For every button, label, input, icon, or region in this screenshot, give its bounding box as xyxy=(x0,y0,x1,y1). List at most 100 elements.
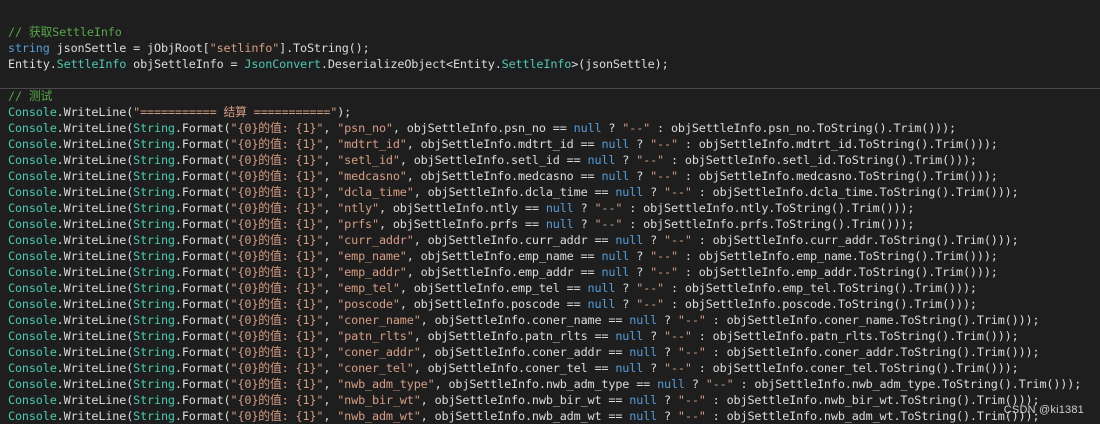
code-token: , objSettleInfo.nwb_adm_wt == xyxy=(420,409,630,423)
code-token: .WriteLine( xyxy=(56,233,134,247)
code-token: "{0}的值: {1}" xyxy=(230,185,324,199)
code-token: , objSettleInfo.ntly == xyxy=(378,201,546,215)
code-token: "coner_name" xyxy=(337,313,421,327)
code-token: "{0}的值: {1}" xyxy=(230,361,324,375)
code-token: .Format( xyxy=(174,409,231,423)
code-token: , xyxy=(323,281,338,295)
code-token: Console xyxy=(8,137,57,151)
code-line: Console.WriteLine(String.Format("{0}的值: … xyxy=(8,392,1040,408)
code-token: , objSettleInfo.curr_addr == xyxy=(413,233,616,247)
code-token: null xyxy=(629,393,658,407)
code-line: Console.WriteLine(String.Format("{0}的值: … xyxy=(8,408,1040,424)
code-editor[interactable]: // 获取SettleInfo string jsonSettle = jObjR… xyxy=(0,0,1100,424)
code-token: .Format( xyxy=(174,265,231,279)
code-token: .DeserializeObject<Entity. xyxy=(320,57,502,71)
code-line: Console.WriteLine(String.Format("{0}的值: … xyxy=(8,328,1019,344)
code-token: "{0}的值: {1}" xyxy=(230,281,324,295)
code-token: , xyxy=(323,409,338,423)
code-token: JsonConvert xyxy=(244,57,321,71)
code-token: null xyxy=(615,233,644,247)
code-token: ? xyxy=(643,361,665,375)
code-token: ? xyxy=(615,281,637,295)
code-token: String xyxy=(133,281,175,295)
code-token: null xyxy=(629,313,658,327)
code-token: Console xyxy=(8,265,57,279)
code-token: Console xyxy=(8,409,57,423)
code-token: , xyxy=(323,249,338,263)
code-token: , xyxy=(323,313,338,327)
code-token: // 获取SettleInfo xyxy=(8,25,122,39)
code-token: : objSettleInfo.psn_no.ToString().Trim()… xyxy=(650,121,957,135)
code-token: SettleInfo xyxy=(56,57,127,71)
code-token: .WriteLine( xyxy=(56,345,134,359)
code-token: .WriteLine( xyxy=(56,329,134,343)
code-token: "{0}的值: {1}" xyxy=(230,169,324,183)
code-token: ? xyxy=(643,233,665,247)
code-token: String xyxy=(133,265,175,279)
code-token: "emp_addr" xyxy=(337,265,407,279)
code-token: String xyxy=(133,121,175,135)
code-token: : objSettleInfo.curr_addr.ToString().Tri… xyxy=(691,233,1019,247)
code-token: "--" xyxy=(650,265,678,279)
code-token: "{0}的值: {1}" xyxy=(230,409,324,423)
code-token: "{0}的值: {1}" xyxy=(230,393,324,407)
code-token: .WriteLine( xyxy=(56,249,134,263)
code-token: Console xyxy=(8,377,57,391)
code-token: ? xyxy=(573,201,595,215)
code-token: , xyxy=(323,265,338,279)
code-token: // 测试 xyxy=(8,89,53,103)
code-token: .Format( xyxy=(174,153,231,167)
code-token: Console xyxy=(8,297,57,311)
code-line: Console.WriteLine(String.Format("{0}的值: … xyxy=(8,136,998,152)
code-token: .WriteLine( xyxy=(56,361,134,375)
code-token: Console xyxy=(8,185,57,199)
code-token: , xyxy=(323,233,338,247)
code-line: Console.WriteLine(String.Format("{0}的值: … xyxy=(8,216,914,232)
code-token: "--" xyxy=(636,297,665,311)
code-token: : objSettleInfo.prfs.ToString().Trim()))… xyxy=(622,217,915,231)
code-token: "--" xyxy=(677,393,706,407)
code-token: : objSettleInfo.patn_rlts.ToString().Tri… xyxy=(691,329,1019,343)
code-token: String xyxy=(133,185,175,199)
code-token: Console xyxy=(8,169,57,183)
code-token: String xyxy=(133,153,175,167)
code-token: null xyxy=(601,169,630,183)
code-token: .WriteLine( xyxy=(56,313,134,327)
code-token: String xyxy=(133,361,175,375)
code-token: null xyxy=(601,249,630,263)
code-token: String xyxy=(133,329,175,343)
code-line: Console.WriteLine(String.Format("{0}的值: … xyxy=(8,184,1019,200)
code-token: , objSettleInfo.medcasno == xyxy=(406,169,602,183)
code-token: .Format( xyxy=(174,137,231,151)
code-token: , objSettleInfo.emp_addr == xyxy=(406,265,602,279)
code-token: "poscode" xyxy=(337,297,400,311)
code-line: Console.WriteLine(String.Format("{0}的值: … xyxy=(8,168,998,184)
code-token: null xyxy=(615,185,644,199)
code-token: "emp_tel" xyxy=(337,281,400,295)
code-line: Console.WriteLine(String.Format("{0}的值: … xyxy=(8,344,1040,360)
code-token: : objSettleInfo.mdtrt_id.ToString().Trim… xyxy=(677,137,998,151)
code-token: , objSettleInfo.nwb_adm_type == xyxy=(434,377,658,391)
code-line: Console.WriteLine(String.Format("{0}的值: … xyxy=(8,312,1040,328)
code-token: : objSettleInfo.ntly.ToString().Trim()))… xyxy=(622,201,915,215)
code-token: string xyxy=(8,41,50,55)
code-token: ); xyxy=(337,105,352,119)
code-token: null xyxy=(573,121,602,135)
code-token: "prfs" xyxy=(337,217,379,231)
code-token: .WriteLine( xyxy=(56,393,134,407)
code-line: string jsonSettle = jObjRoot["setlinfo"]… xyxy=(8,40,370,56)
code-token: "--" xyxy=(664,233,692,247)
code-token: , objSettleInfo.dcla_time == xyxy=(413,185,616,199)
code-token: , xyxy=(323,153,338,167)
code-token: null xyxy=(587,281,616,295)
code-token: .WriteLine( xyxy=(56,137,134,151)
code-token: "emp_name" xyxy=(337,249,407,263)
code-token: "--" xyxy=(677,345,706,359)
code-token: , xyxy=(323,377,338,391)
code-token: ? xyxy=(629,265,651,279)
code-token: "nwb_adm_wt" xyxy=(337,409,421,423)
code-token: "psn_no" xyxy=(337,121,393,135)
code-token: .WriteLine( xyxy=(56,153,134,167)
code-token: Console xyxy=(8,217,57,231)
code-token: ? xyxy=(684,377,706,391)
